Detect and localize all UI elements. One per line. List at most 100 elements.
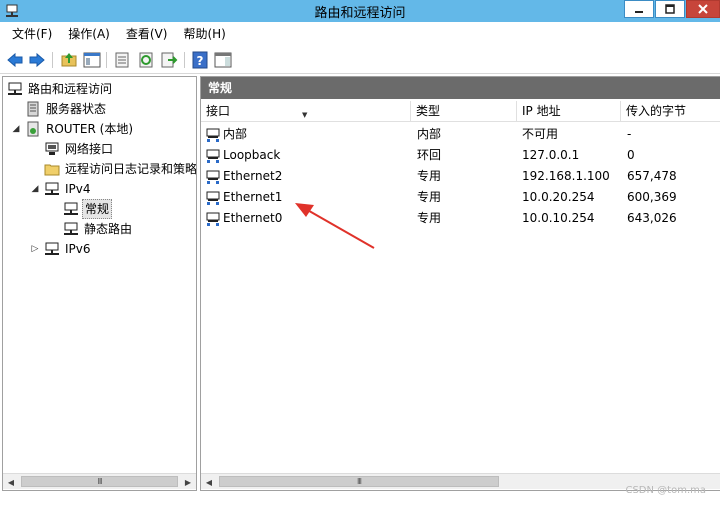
interface-ip: 10.0.20.254	[522, 190, 595, 204]
console-tree-button[interactable]	[83, 51, 101, 69]
interface-bytes-in: 600,369	[627, 190, 677, 204]
expand-ipv6-icon[interactable]: ▷	[30, 244, 40, 254]
table-row[interactable]: Ethernet1	[205, 187, 282, 208]
interface-bytes-in: 0	[627, 148, 635, 162]
export-icon	[161, 52, 178, 68]
scroll-right-icon[interactable]: ▶	[180, 474, 196, 490]
tree-item-router[interactable]: ROUTER (本地)	[25, 119, 135, 139]
interface-icon	[206, 128, 220, 142]
back-arrow-icon	[7, 52, 23, 68]
scroll-left-icon[interactable]: ◀	[3, 474, 19, 490]
show-hide-icon	[214, 52, 232, 68]
title-bar: 路由和远程访问	[0, 0, 720, 22]
scroll-thumb[interactable]: III	[21, 476, 178, 487]
show-hide-button[interactable]	[214, 51, 232, 69]
close-icon	[698, 4, 708, 14]
interface-type: 专用	[417, 211, 442, 225]
interface-name: Loopback	[223, 148, 281, 162]
interface-ip: 不可用	[522, 127, 559, 141]
interface-bytes-in: 643,026	[627, 211, 677, 225]
watermark: CSDN @tom.ma	[625, 485, 706, 496]
interface-type: 内部	[417, 127, 442, 141]
interface-icon	[206, 149, 220, 163]
network-interface-icon	[45, 142, 59, 155]
column-header-ip[interactable]: IP 地址	[517, 101, 621, 122]
minimize-button[interactable]	[624, 0, 654, 18]
tree-item-ipv4[interactable]: IPv4	[44, 179, 93, 199]
collapse-router-icon[interactable]: ◢	[11, 124, 21, 134]
tree-item-label: ROUTER (本地)	[46, 122, 133, 136]
column-header-type[interactable]: 类型	[411, 101, 517, 122]
tree-item-label: IPv4	[65, 182, 91, 196]
toolbar: ?	[0, 46, 720, 74]
interface-icon	[206, 191, 220, 205]
console-tree-pane[interactable]: 路由和远程访问 服务器状态 ◢ ROUTER (本地) 网络接口 远程访问日志记…	[2, 76, 197, 491]
tree-item-server-status[interactable]: 服务器状态	[25, 99, 108, 119]
interface-name: Ethernet0	[223, 211, 283, 225]
close-button[interactable]	[686, 0, 720, 18]
up-folder-icon	[61, 53, 77, 67]
maximize-button[interactable]	[655, 0, 685, 18]
tree-item-ipv6[interactable]: IPv6	[44, 239, 93, 259]
menu-bar: 文件(F) 操作(A) 查看(V) 帮助(H)	[0, 22, 720, 46]
table-row[interactable]: Loopback	[205, 145, 280, 166]
protocol-icon	[45, 242, 59, 255]
column-header-interface[interactable]: 接口 ▼	[201, 101, 411, 122]
interface-name: 内部	[223, 127, 248, 141]
column-header-label: IP 地址	[522, 104, 561, 118]
interface-ip: 127.0.0.1	[522, 148, 580, 162]
server-status-icon	[27, 101, 39, 117]
tree-horizontal-scrollbar[interactable]: ◀ III ▶	[3, 473, 196, 489]
protocol-icon	[45, 182, 59, 195]
maximize-icon	[665, 4, 675, 14]
routing-icon	[8, 82, 22, 95]
scroll-left-icon[interactable]: ◀	[201, 474, 217, 490]
menu-action[interactable]: 操作(A)	[60, 22, 118, 46]
tree-item-label: 远程访问日志记录和策略	[65, 162, 197, 176]
refresh-icon	[139, 52, 153, 68]
table-row[interactable]: 内部	[205, 124, 247, 145]
tree-item-general[interactable]: 常规	[63, 199, 113, 219]
tree-item-remote-access-logging[interactable]: 远程访问日志记录和策略	[44, 159, 197, 179]
interface-name: Ethernet1	[223, 190, 283, 204]
sort-descending-icon: ▼	[302, 111, 308, 119]
tree-item-label: 网络接口	[65, 142, 114, 156]
server-icon	[27, 121, 39, 137]
tree-item-static-routes[interactable]: 静态路由	[63, 219, 134, 239]
table-row[interactable]: Ethernet2	[205, 166, 282, 187]
folder-icon	[44, 164, 60, 176]
menu-help[interactable]: 帮助(H)	[175, 22, 233, 46]
table-row[interactable]: Ethernet0	[205, 208, 282, 229]
tree-item-label: 常规	[82, 199, 113, 219]
interface-ip: 192.168.1.100	[522, 169, 610, 183]
properties-button[interactable]	[113, 51, 131, 69]
tree-item-network-interfaces[interactable]: 网络接口	[44, 139, 115, 159]
svg-text:?: ?	[197, 54, 204, 68]
column-header-bytes-in[interactable]: 传入的字节	[621, 101, 720, 122]
menu-file[interactable]: 文件(F)	[4, 22, 60, 46]
help-icon: ?	[192, 51, 208, 69]
interface-type: 环回	[417, 148, 442, 162]
up-level-button[interactable]	[60, 51, 78, 69]
export-button[interactable]	[160, 51, 178, 69]
interface-ip: 10.0.10.254	[522, 211, 595, 225]
help-button[interactable]: ?	[191, 51, 209, 69]
interface-icon	[206, 170, 220, 184]
tree-item-root[interactable]: 路由和远程访问	[7, 79, 114, 99]
general-icon	[64, 202, 78, 215]
details-pane: 常规 接口 ▼ 类型 IP 地址 传入的字节 内部 内部 不可用 - Loopb…	[200, 76, 720, 491]
refresh-button[interactable]	[137, 51, 155, 69]
back-button[interactable]	[6, 51, 24, 69]
forward-arrow-icon	[29, 52, 45, 68]
forward-button[interactable]	[28, 51, 46, 69]
menu-view[interactable]: 查看(V)	[118, 22, 176, 46]
collapse-ipv4-icon[interactable]: ◢	[30, 184, 40, 194]
tree-item-label: IPv6	[65, 242, 91, 256]
interface-bytes-in: 657,478	[627, 169, 677, 183]
column-header-label: 类型	[416, 104, 441, 118]
column-header-label: 传入的字节	[626, 104, 687, 118]
static-route-icon	[64, 222, 78, 235]
column-header-label: 接口	[206, 104, 231, 118]
minimize-icon	[635, 11, 643, 13]
scroll-thumb[interactable]: III	[219, 476, 499, 487]
